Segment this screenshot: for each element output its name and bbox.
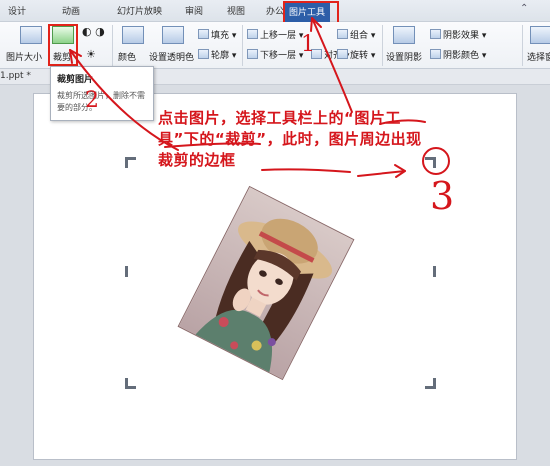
- step-marker-2: 2: [85, 88, 99, 113]
- step-marker-1: 1: [301, 32, 315, 57]
- step-marker-3: 3: [430, 174, 455, 218]
- marker-circle: [422, 147, 450, 175]
- arrow-to-picture-tools: [311, 17, 353, 113]
- annotation-marks: [69, 17, 450, 178]
